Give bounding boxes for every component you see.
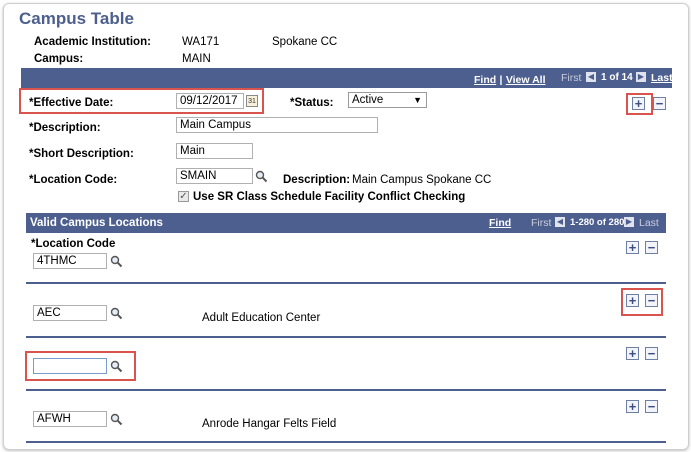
valid-campus-locations-header: Valid Campus Locations Find First ◀ 1-28… [26, 213, 666, 233]
last-arrow-icon[interactable]: ▶ [636, 72, 646, 82]
campus-table-page: Campus Table Academic Institution: WA171… [3, 3, 689, 450]
lookup-icon[interactable] [110, 413, 123, 426]
first-arrow-icon[interactable]: ◀ [586, 72, 596, 82]
effective-date-label: *Effective Date: [29, 97, 114, 109]
calendar-icon[interactable]: 31 [246, 95, 258, 107]
location-code-label: *Location Code: [29, 174, 118, 186]
academic-institution-name: Spokane CC [272, 36, 338, 48]
short-description-label: *Short Description: [29, 148, 134, 160]
row-count: 1 of 14 [601, 72, 633, 83]
short-description-input[interactable]: Main [176, 143, 253, 159]
locations-last-label: Last [639, 217, 659, 229]
description-inline-value: Main Campus Spokane CC [352, 174, 492, 186]
location-code-row-4-input[interactable]: AFWH [33, 411, 107, 427]
add-location-row-3-button[interactable]: + [626, 347, 639, 360]
status-label: *Status: [290, 97, 334, 109]
view-all-link[interactable]: View All [506, 74, 546, 86]
campus-value: MAIN [182, 53, 211, 65]
locations-first-arrow-icon[interactable]: ◀ [555, 217, 565, 227]
delete-location-row-3-button[interactable]: − [645, 347, 658, 360]
nav-separator: | [499, 74, 503, 86]
campus-label: Campus: [34, 53, 84, 65]
delete-row-button[interactable]: − [653, 97, 666, 110]
effective-dated-nav-bar: Find | View All First ◀ 1 of 14 ▶ Last [21, 68, 673, 88]
lookup-icon[interactable] [255, 170, 268, 183]
lookup-icon[interactable] [110, 360, 123, 373]
first-label: First [561, 72, 582, 84]
academic-institution-label: Academic Institution: [34, 36, 151, 48]
row-divider [26, 441, 666, 443]
academic-institution-code: WA171 [182, 36, 220, 48]
status-select[interactable]: Active ▼ [348, 92, 427, 108]
location-row-2-description: Adult Education Center [202, 312, 321, 324]
locations-first-label: First [531, 217, 552, 229]
find-link[interactable]: Find [474, 74, 496, 86]
location-code-column-label: *Location Code [31, 238, 116, 250]
location-code-row-2-input[interactable]: AEC [33, 305, 107, 321]
delete-location-row-2-button[interactable]: − [645, 294, 658, 307]
locations-header-title: Valid Campus Locations [30, 217, 163, 229]
add-location-row-2-button[interactable]: + [626, 294, 639, 307]
effective-date-input[interactable]: 09/12/2017 [176, 93, 244, 109]
lookup-icon[interactable] [110, 255, 123, 268]
location-code-row-1-input[interactable]: 4THMC [33, 253, 107, 269]
locations-find-link[interactable]: Find [489, 217, 511, 229]
locations-row-count: 1-280 of 280 [570, 217, 625, 228]
location-code-input[interactable]: SMAIN [176, 168, 253, 184]
page-title: Campus Table [19, 9, 134, 28]
locations-last-arrow-icon[interactable]: ▶ [624, 217, 634, 227]
row-divider [26, 282, 666, 284]
lookup-icon[interactable] [110, 307, 123, 320]
description-inline-label: Description: [283, 174, 351, 186]
description-input[interactable]: Main Campus [176, 117, 378, 133]
status-selected-value: Active [352, 94, 384, 106]
description-label: *Description: [29, 122, 101, 134]
add-row-button[interactable]: + [632, 97, 645, 110]
add-location-row-4-button[interactable]: + [626, 400, 639, 413]
row-divider [26, 336, 666, 338]
delete-location-row-1-button[interactable]: − [645, 241, 658, 254]
conflict-check-checkbox[interactable]: ✓ [178, 191, 189, 202]
chevron-down-icon: ▼ [413, 95, 422, 105]
delete-location-row-4-button[interactable]: − [645, 400, 658, 413]
location-code-row-3-input[interactable] [33, 358, 107, 374]
location-row-4-description: Anrode Hangar Felts Field [202, 418, 337, 430]
row-divider [26, 389, 666, 391]
add-location-row-1-button[interactable]: + [626, 241, 639, 254]
conflict-check-label: Use SR Class Schedule Facility Conflict … [193, 191, 466, 203]
last-link[interactable]: Last [651, 72, 673, 84]
